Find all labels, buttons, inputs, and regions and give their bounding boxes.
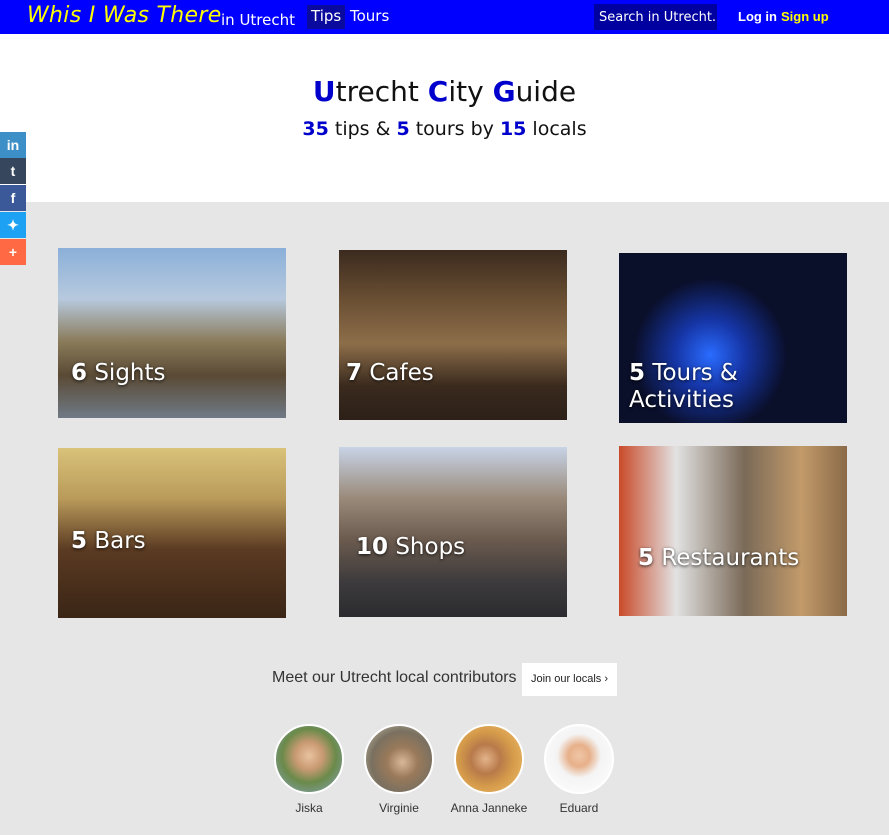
tumblr-share-button[interactable]: t — [0, 158, 26, 184]
brand-logo[interactable]: Whis I Was There — [27, 3, 222, 28]
category-label: 5 Tours & Activities — [629, 360, 738, 413]
page-title: Utrecht City Guide — [312, 75, 577, 108]
brand-city[interactable]: in Utrecht — [221, 11, 295, 29]
nav-tips-link[interactable]: Tips — [307, 5, 346, 29]
contributors-heading: Meet our Utrecht local contributors — [272, 669, 517, 686]
locals-count: 15 — [499, 118, 527, 140]
signup-link[interactable]: Sign up — [781, 9, 829, 24]
join-locals-button[interactable]: Join our locals › — [522, 663, 617, 696]
category-label: 10 Shops — [356, 534, 466, 560]
more-share-button[interactable]: + — [0, 239, 26, 265]
top-nav-bar: Whis I Was There in Utrecht Tips Tours L… — [0, 0, 889, 34]
login-link[interactable]: Log in — [738, 9, 777, 24]
contributor-name[interactable]: Eduard — [524, 801, 634, 815]
category-shops[interactable]: 10 Shops — [339, 447, 567, 617]
facebook-icon: f — [10, 190, 16, 206]
category-label: 5 Bars — [71, 528, 146, 554]
category-bars[interactable]: 5 Bars — [58, 448, 286, 618]
twitter-share-button[interactable]: ✦ — [0, 212, 26, 238]
tumblr-icon: t — [10, 163, 16, 179]
linkedin-icon: in — [6, 137, 20, 153]
avatar[interactable] — [454, 724, 524, 794]
nav-tours-link[interactable]: Tours — [350, 5, 389, 27]
category-restaurants[interactable]: 5 Restaurants — [619, 446, 847, 616]
avatar[interactable] — [544, 724, 614, 794]
category-label: 6 Sights — [71, 360, 166, 386]
category-label: 7 Cafes — [346, 360, 434, 386]
category-label: 5 Restaurants — [638, 545, 800, 571]
linkedin-share-button[interactable]: in — [0, 132, 26, 158]
category-tours-activities[interactable]: 5 Tours & Activities — [619, 253, 847, 423]
avatar[interactable] — [274, 724, 344, 794]
more-icon: + — [8, 244, 18, 260]
category-cafes[interactable]: 7 Cafes — [339, 250, 567, 420]
avatar[interactable] — [364, 724, 434, 794]
search-input[interactable] — [594, 4, 717, 30]
twitter-icon: ✦ — [7, 217, 19, 233]
tips-count: 35 — [302, 118, 329, 140]
page-subtitle: 35 tips & 5 tours by 15 locals — [302, 118, 587, 140]
category-sights[interactable]: 6 Sights — [58, 248, 286, 418]
facebook-share-button[interactable]: f — [0, 185, 26, 211]
page-header: Utrecht City Guide 35 tips & 5 tours by … — [0, 34, 889, 202]
tours-count: 5 — [396, 118, 410, 140]
